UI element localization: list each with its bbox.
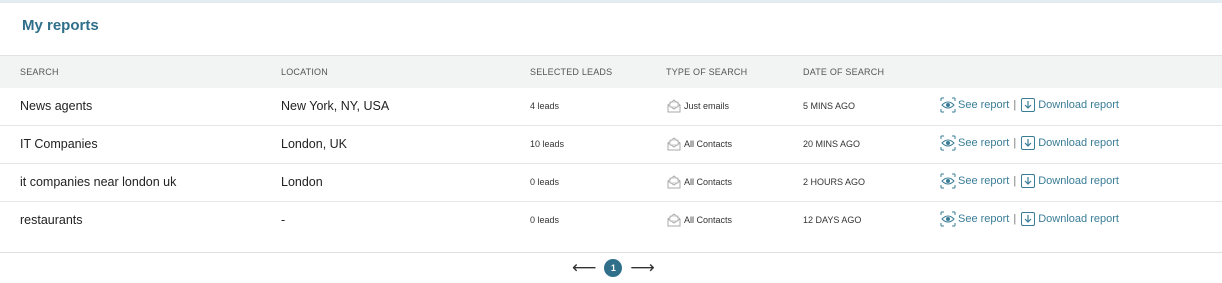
action-separator: | — [1013, 137, 1017, 149]
top-divider — [0, 0, 1222, 3]
action-separator: | — [1013, 99, 1017, 111]
pagination: ⟵ 1 ⟶ — [572, 259, 655, 277]
selected-leads: 0 leads — [530, 215, 560, 225]
selected-leads: 10 leads — [530, 139, 565, 149]
table-row: it companies near london uk London 0 lea… — [0, 164, 1222, 202]
eye-icon[interactable] — [940, 173, 956, 189]
location: London, UK — [281, 137, 348, 151]
search-name: restaurants — [20, 213, 83, 227]
row-actions: See report | Download report — [940, 173, 1119, 189]
table-header: SEARCH LOCATION SELECTED LEADS TYPE OF S… — [0, 55, 1222, 89]
type-label: All Contacts — [684, 215, 733, 225]
download-report-link[interactable]: Download report — [1038, 99, 1119, 111]
page-number-current[interactable]: 1 — [604, 259, 623, 277]
table-row: IT Companies London, UK 10 leads All Con… — [0, 126, 1222, 164]
row-actions: See report | Download report — [940, 135, 1119, 151]
date-of-search: 2 HOURS AGO — [803, 177, 866, 187]
type-of-search: All Contacts — [666, 212, 732, 228]
header-search: SEARCH — [20, 67, 59, 77]
see-report-link[interactable]: See report — [958, 137, 1009, 149]
header-selected-leads: SELECTED LEADS — [530, 67, 613, 77]
see-report-link[interactable]: See report — [958, 213, 1009, 225]
search-name: it companies near london uk — [20, 175, 177, 189]
download-icon[interactable] — [1020, 135, 1036, 151]
row-actions: See report | Download report — [940, 97, 1119, 113]
download-report-link[interactable]: Download report — [1038, 175, 1119, 187]
selected-leads: 4 leads — [530, 101, 560, 111]
envelope-icon — [666, 212, 682, 228]
type-label: Just emails — [684, 101, 730, 111]
download-icon[interactable] — [1020, 211, 1036, 227]
eye-icon[interactable] — [940, 211, 956, 227]
search-name: News agents — [20, 99, 93, 113]
type-of-search: All Contacts — [666, 136, 732, 152]
see-report-link[interactable]: See report — [958, 99, 1009, 111]
selected-leads: 0 leads — [530, 177, 560, 187]
table-row: restaurants - 0 leads All Contacts 12 DA… — [0, 202, 1222, 239]
search-name: IT Companies — [20, 137, 98, 151]
table-row: News agents New York, NY, USA 4 leads Ju… — [0, 88, 1222, 126]
page-title: My reports — [22, 17, 99, 34]
envelope-icon — [666, 98, 682, 114]
eye-icon[interactable] — [940, 97, 956, 113]
download-icon[interactable] — [1020, 173, 1036, 189]
row-actions: See report | Download report — [940, 211, 1119, 227]
action-separator: | — [1013, 175, 1017, 187]
prev-page-arrow-icon[interactable]: ⟵ — [572, 259, 596, 277]
location: - — [281, 213, 286, 227]
type-label: All Contacts — [684, 177, 733, 187]
location: London — [281, 175, 323, 189]
eye-icon[interactable] — [940, 135, 956, 151]
action-separator: | — [1013, 213, 1017, 225]
next-page-arrow-icon[interactable]: ⟶ — [630, 259, 654, 277]
download-report-link[interactable]: Download report — [1038, 137, 1119, 149]
header-type-of-search: TYPE OF SEARCH — [666, 67, 748, 77]
envelope-icon — [666, 136, 682, 152]
reports-table: SEARCH LOCATION SELECTED LEADS TYPE OF S… — [0, 55, 1222, 253]
header-location: LOCATION — [281, 67, 328, 77]
header-date-of-search: DATE OF SEARCH — [803, 67, 885, 77]
see-report-link[interactable]: See report — [958, 175, 1009, 187]
download-report-link[interactable]: Download report — [1038, 213, 1119, 225]
date-of-search: 20 MINS AGO — [803, 139, 861, 149]
type-label: All Contacts — [684, 139, 733, 149]
date-of-search: 5 MINS AGO — [803, 101, 856, 111]
type-of-search: Just emails — [666, 98, 729, 114]
envelope-icon — [666, 174, 682, 190]
location: New York, NY, USA — [281, 99, 390, 113]
download-icon[interactable] — [1020, 97, 1036, 113]
type-of-search: All Contacts — [666, 174, 732, 190]
date-of-search: 12 DAYS AGO — [803, 215, 862, 225]
